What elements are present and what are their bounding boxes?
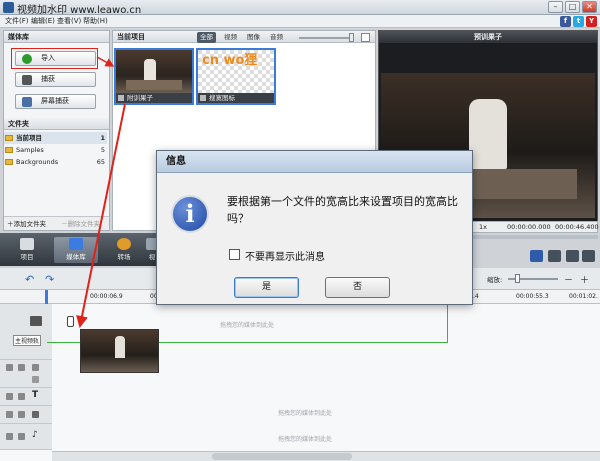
arrow-project-to-timeline (76, 103, 126, 328)
info-icon: i (171, 195, 209, 233)
dialog-message: 要根据第一个文件的宽高比来设置项目的宽高比吗？ (227, 195, 458, 225)
dont-show-label: 不要再显示此消息 (245, 252, 325, 263)
info-dialog: 信息 i 要根据第一个文件的宽高比来设置项目的宽高比吗？ 不要再显示此消息 是 … (156, 150, 473, 305)
dont-show-checkbox[interactable] (229, 249, 240, 260)
dialog-title: 信息 (157, 151, 472, 173)
no-button[interactable]: 否 (325, 277, 390, 298)
yes-button[interactable]: 是 (234, 277, 299, 298)
arrow-import-to-project (96, 56, 115, 67)
